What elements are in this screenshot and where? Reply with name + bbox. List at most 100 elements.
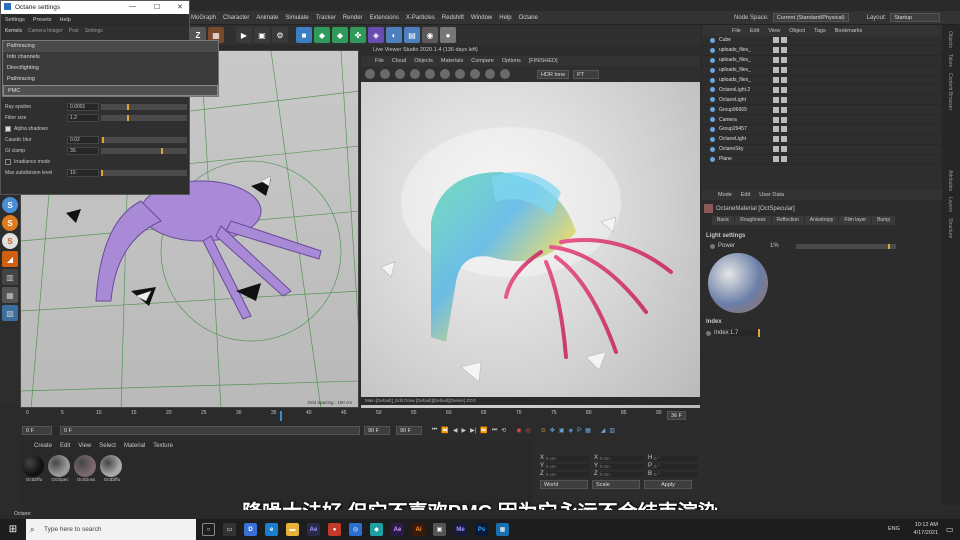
focus-icon[interactable] <box>440 69 450 79</box>
restart-icon[interactable] <box>380 69 390 79</box>
goto-end-icon[interactable]: ⏭ <box>492 427 497 434</box>
param-slider[interactable] <box>101 114 187 121</box>
material-pick-icon[interactable] <box>455 69 465 79</box>
kernel-option-pathtracing[interactable]: Pathtracing <box>3 74 218 85</box>
render-picture-icon[interactable]: ▣ <box>254 27 270 43</box>
timeline-ruler[interactable]: 0 5 10 15 20 25 30 35 40 45 50 55 60 65 70 75 80 85 90 <box>26 410 702 422</box>
layout-dropdown[interactable]: Startup <box>890 13 941 22</box>
menu-settings[interactable]: Settings <box>5 17 25 23</box>
param-slider[interactable] <box>101 103 187 110</box>
menu-window[interactable]: Window <box>471 15 492 21</box>
generator-icon[interactable]: ◆ <box>314 27 330 43</box>
planar-icon[interactable]: ▧ <box>2 305 18 321</box>
after-effects-icon[interactable]: Ae <box>391 523 404 536</box>
playhead[interactable] <box>280 411 282 421</box>
menu-render[interactable]: Render <box>343 15 363 21</box>
pla-key-icon[interactable]: ▦ <box>585 427 591 434</box>
param-value[interactable]: 1.2 <box>67 113 99 122</box>
object-row[interactable]: Camera <box>702 115 942 126</box>
side-tab-takes[interactable]: Takes <box>947 54 953 67</box>
side-tab-attributes[interactable]: Attributes <box>947 170 953 191</box>
kernel-option-info-channels[interactable]: Info channels <box>3 52 218 63</box>
spline-icon[interactable]: ◆ <box>332 27 348 43</box>
edge-icon[interactable]: e <box>265 523 278 536</box>
tab-settings[interactable]: Settings <box>85 28 103 34</box>
menu-presets[interactable]: Presets <box>33 17 52 23</box>
timeline-window-icon[interactable]: ▥ <box>609 427 615 434</box>
taskbar-search-input[interactable]: Type here to search <box>26 519 196 540</box>
autokey-icon[interactable]: ◎ <box>526 427 531 434</box>
field-icon[interactable]: ◐ <box>386 27 402 43</box>
menu-animate[interactable]: Animate <box>256 15 278 21</box>
file-explorer-icon[interactable]: ▬ <box>286 523 299 536</box>
region-icon[interactable] <box>425 69 435 79</box>
om-menu-view[interactable]: View <box>768 28 780 34</box>
tab-post[interactable]: Post <box>69 28 79 34</box>
param-key-icon[interactable]: P <box>577 428 581 434</box>
index-slider[interactable] <box>758 329 760 337</box>
render-settings-icon[interactable]: ⚙ <box>272 27 288 43</box>
start-frame-field[interactable]: 0 F <box>22 426 52 435</box>
material-item[interactable]: OctGloss <box>74 455 98 482</box>
tab-bump[interactable]: Bump <box>872 216 896 225</box>
play-icon[interactable]: ▶ <box>462 427 467 434</box>
tab-reflection[interactable]: Reflection <box>771 216 804 225</box>
minimize-icon[interactable]: — <box>129 3 136 10</box>
scale-key-icon[interactable]: ▣ <box>559 427 565 434</box>
param-value[interactable]: 0.0001 <box>67 102 99 111</box>
kernel-option-directlighting[interactable]: Directlighting <box>3 63 218 74</box>
side-tab-structure[interactable]: Structure <box>947 218 953 238</box>
param-slider[interactable] <box>101 147 187 154</box>
coord-scale-dropdown[interactable]: Scale <box>592 480 640 489</box>
index-keyframe-icon[interactable] <box>706 330 711 336</box>
language-indicator[interactable]: ENG <box>888 526 900 532</box>
object-row[interactable]: uploads_files_ <box>702 76 942 86</box>
side-tab-objects[interactable]: Objects <box>947 31 953 48</box>
coord-field[interactable]: 0 cm <box>600 455 644 461</box>
tab-kernels[interactable]: Kernels <box>5 28 22 34</box>
snap-mode-icon[interactable]: S <box>2 233 18 249</box>
cloner-icon[interactable]: ✤ <box>350 27 366 43</box>
window-app-icon[interactable]: ▦ <box>496 523 509 536</box>
mat-menu-select[interactable]: Select <box>99 443 116 449</box>
lv-menu-materials[interactable]: Materials <box>441 58 463 64</box>
camera-icon[interactable]: ◉ <box>422 27 438 43</box>
menu-extensions[interactable]: Extensions <box>370 15 399 21</box>
current-frame[interactable]: 36 F <box>667 411 687 420</box>
lv-menu-objects[interactable]: Objects <box>414 58 433 64</box>
after-effects-tb-icon[interactable]: Ae <box>307 523 320 536</box>
material-item[interactable]: OctDiffu <box>22 455 46 482</box>
stop-icon[interactable] <box>410 69 420 79</box>
end-frame-field[interactable]: 90 F <box>396 426 422 435</box>
task-view-icon[interactable]: ▭ <box>223 523 236 536</box>
coord-field[interactable]: 0 cm <box>546 463 590 469</box>
mat-menu-edit[interactable]: Edit <box>60 443 70 449</box>
menu-help[interactable]: Help <box>499 15 511 21</box>
lv-menu-options[interactable]: Options <box>502 58 521 64</box>
menu-character[interactable]: Character <box>223 15 249 21</box>
lv-menu-cloud[interactable]: Cloud <box>392 58 406 64</box>
coord-field[interactable]: 0 cm <box>600 463 644 469</box>
goto-start-icon[interactable]: ⏮ <box>432 427 437 434</box>
kernel-dropdown[interactable]: Pathtracing Info channels Directlighting… <box>2 40 219 97</box>
workplane-icon[interactable]: ◢ <box>2 251 18 267</box>
move-key-icon[interactable]: ✥ <box>550 427 555 434</box>
app-icon[interactable]: ◆ <box>370 523 383 536</box>
object-row[interactable]: Group96669 <box>702 105 942 116</box>
notification-icon[interactable]: ▭ <box>946 525 954 534</box>
object-row[interactable]: OctaneLight.2 <box>702 85 942 96</box>
param-slider[interactable] <box>101 169 187 176</box>
render-output[interactable] <box>361 82 700 408</box>
object-row[interactable]: OctaneSky <box>702 145 942 155</box>
material-item[interactable]: OctDiffu <box>100 455 124 482</box>
tab-camera-imager[interactable]: Camera Imager <box>28 28 63 34</box>
motion-mode-icon[interactable]: ◢ <box>601 427 606 434</box>
prev-frame-icon[interactable]: ◀ <box>453 427 458 434</box>
tab-film-layer[interactable]: Film layer <box>839 216 872 225</box>
mat-menu-material[interactable]: Material <box>124 443 145 449</box>
locked-workplane-icon[interactable]: ▦ <box>2 287 18 303</box>
object-row[interactable]: uploads_files_ <box>702 46 942 56</box>
axis-icon[interactable]: ▥ <box>2 269 18 285</box>
coord-field[interactable]: 0 cm <box>546 455 590 461</box>
windows-start-icon[interactable]: ⊞ <box>0 524 26 535</box>
